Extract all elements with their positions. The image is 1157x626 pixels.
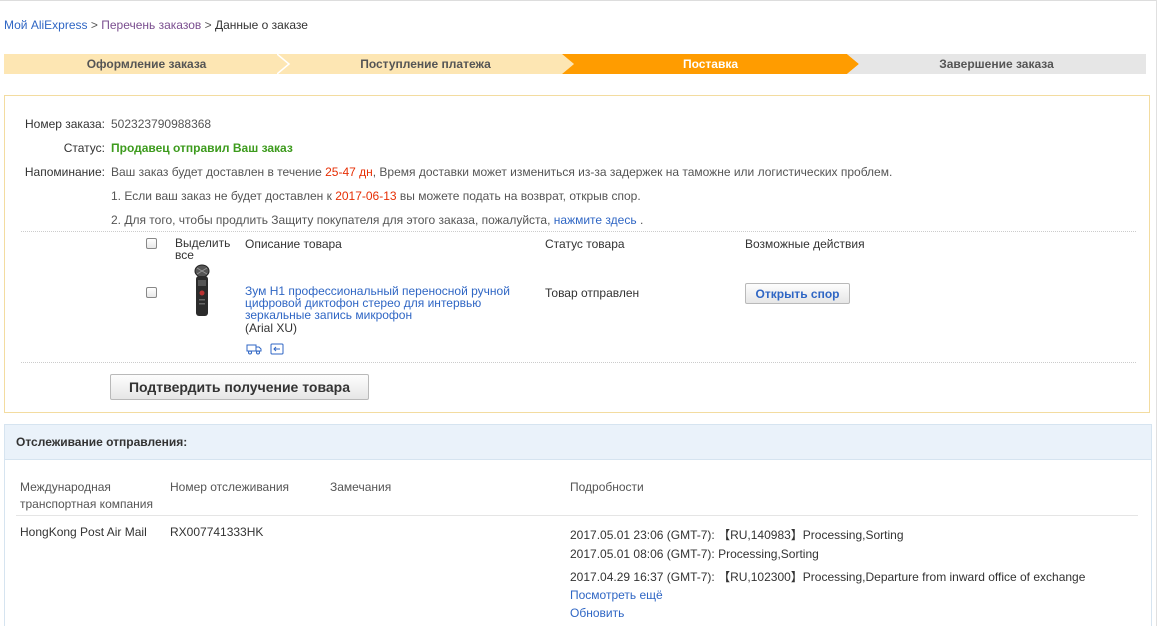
step-payment-received: Поступление платежа [277, 54, 574, 74]
tracking-header: Отслеживание отправления: [5, 425, 1151, 460]
step-label: Поступление платежа [360, 57, 491, 71]
tracking-title: Отслеживание отправления: [16, 435, 188, 449]
note1-pre: 1. Если ваш заказ не будет доставлен к [111, 189, 332, 203]
breadcrumb-my-aliexpress[interactable]: Мой AliExpress [4, 18, 88, 32]
seller-name: (Arial XU) [245, 321, 298, 335]
recorder-icon [194, 264, 210, 316]
step-shipping: Поставка [562, 54, 859, 74]
note1-post: вы можете подать на возврат, открыв спор… [399, 189, 641, 203]
step-label: Оформление заказа [86, 57, 207, 71]
status-label: Статус: [63, 141, 105, 155]
col-description: Описание товара [245, 237, 342, 251]
step-order-complete: Завершение заказа [847, 54, 1146, 74]
product-title-link[interactable]: Зум H1 профессиональный переносной ручно… [245, 285, 530, 321]
order-progress-steps: Оформление заказа Поступление платежа По… [4, 54, 1146, 74]
divider [21, 362, 1136, 363]
dispute-date: 2017-06-13 [335, 189, 397, 203]
item-status: Товар отправлен [545, 286, 640, 300]
step-label: Поставка [682, 57, 739, 71]
divider [21, 231, 1136, 232]
tracking-panel: Отслеживание отправления: Международная … [4, 424, 1152, 626]
note2-post: . [639, 213, 644, 227]
breadcrumb-separator: > [90, 18, 98, 32]
reminder-text: Ваш заказ будет доставлен в течение 25-4… [111, 165, 892, 179]
col-details: Подробности [570, 480, 644, 494]
col-tracking-number: Номер отслеживания [170, 480, 290, 494]
order-number: 502323790988368 [111, 117, 212, 131]
carrier-name: HongKong Post Air Mail [20, 525, 147, 539]
step-label: Завершение заказа [939, 57, 1054, 71]
note2-pre: 2. Для того, чтобы продлить Защиту покуп… [111, 213, 551, 227]
tracking-event: 2017.05.01 23:06 (GMT-7): 【RU,140983】Pro… [570, 528, 904, 542]
col-actions: Возможные действия [745, 237, 865, 251]
note-2: 2. Для того, чтобы продлить Защиту покуп… [111, 213, 643, 227]
delivery-days: 25-47 дн [325, 165, 373, 179]
open-dispute-button[interactable]: Открыть спор [745, 283, 850, 304]
order-number-label: Номер заказа: [24, 117, 105, 131]
tracking-event: 2017.04.29 16:37 (GMT-7): 【RU,102300】Pro… [570, 570, 1086, 584]
breadcrumb: Мой AliExpress > Перечень заказов > Данн… [4, 18, 308, 32]
select-all-checkbox[interactable] [146, 238, 157, 249]
extend-protection-link[interactable]: нажмите здесь [554, 213, 637, 227]
col-item-status: Статус товара [545, 237, 625, 251]
top-divider [0, 0, 1157, 1]
delivery-truck-icon[interactable] [246, 343, 262, 358]
tracking-event: 2017.05.01 08:06 (GMT-7): Processing,Sor… [570, 547, 819, 561]
select-all-label: Выделить все [175, 236, 231, 262]
tracking-number: RX007741333HK [170, 525, 264, 539]
item-checkbox[interactable] [146, 287, 157, 298]
breadcrumb-current: Данные о заказе [214, 18, 308, 32]
divider [16, 515, 1138, 516]
reminder-pre: Ваш заказ будет доставлен в течение [111, 165, 322, 179]
col-remarks: Замечания [330, 480, 392, 494]
breadcrumb-separator: > [204, 18, 212, 32]
refresh-link[interactable]: Обновить [570, 606, 624, 620]
show-more-link[interactable]: Посмотреть ещё [570, 588, 663, 602]
order-details-panel: Номер заказа: 502323790988368 Статус: Пр… [4, 95, 1150, 413]
note-1: 1. Если ваш заказ не будет доставлен к 2… [111, 189, 641, 203]
order-status: Продавец отправил Ваш заказ [111, 141, 293, 155]
reminder-post: , Время доставки может измениться из-за … [372, 165, 893, 179]
breadcrumb-orders-list[interactable]: Перечень заказов [101, 18, 201, 32]
confirm-receipt-button[interactable]: Подтвердить получение товара [110, 374, 369, 400]
step-order-placed: Оформление заказа [4, 54, 289, 74]
reminder-label: Напоминание: [24, 165, 105, 179]
product-image[interactable] [187, 263, 217, 321]
return-arrow-icon[interactable] [270, 343, 284, 358]
col-carrier: Международная транспортная компания [20, 480, 153, 511]
